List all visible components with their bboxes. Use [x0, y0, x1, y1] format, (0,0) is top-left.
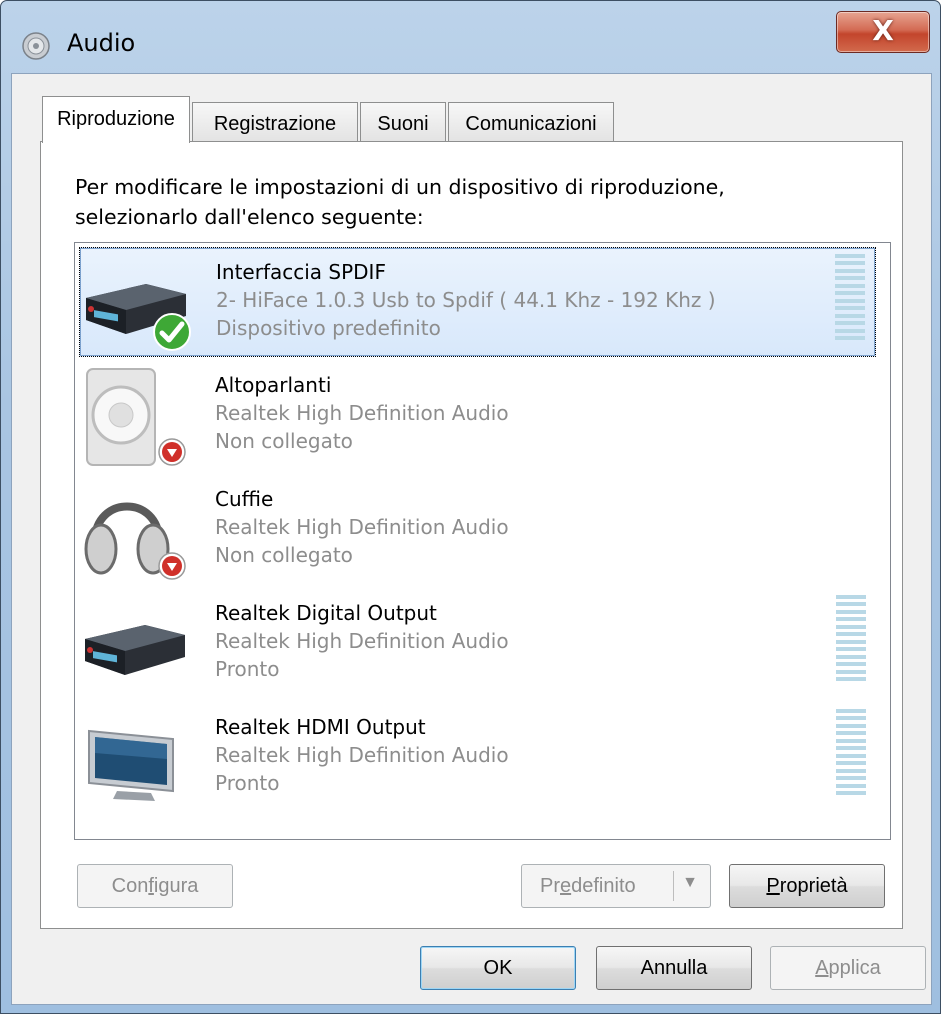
set-default-label-mnemonic: e	[560, 875, 572, 897]
playback-tab-panel: Per modificare le impostazioni di un dis…	[40, 141, 903, 929]
unplugged-icon	[158, 438, 186, 466]
device-description: 2- HiFace 1.0.3 Usb to Spdif ( 44.1 Khz …	[216, 288, 716, 312]
device-status: Pronto	[215, 657, 280, 681]
apply-label-mnemonic: A	[815, 957, 829, 979]
set-default-label-after: definito	[571, 875, 636, 897]
volume-level-meter	[836, 709, 866, 795]
title-bar[interactable]: Audio X	[1, 1, 940, 73]
configure-label-before: Con	[111, 875, 149, 897]
instruction-text: Per modificare le impostazioni di un dis…	[75, 172, 835, 232]
device-description: Realtek High Definition Audio	[215, 401, 509, 425]
monitor-icon	[88, 729, 174, 801]
device-description: Realtek High Definition Audio	[215, 629, 509, 653]
device-name: Realtek Digital Output	[215, 601, 437, 625]
chevron-down-icon[interactable]: ▼	[682, 874, 698, 892]
close-button[interactable]: X	[836, 11, 930, 53]
device-status: Pronto	[215, 771, 280, 795]
tab-comunicazioni[interactable]: Comunicazioni	[448, 102, 614, 142]
device-description: Realtek High Definition Audio	[215, 515, 509, 539]
speaker-app-icon	[22, 32, 50, 60]
device-item-realtek-digital-output[interactable]: Realtek Digital Output Realtek High Defi…	[79, 589, 876, 699]
device-name: Realtek HDMI Output	[215, 715, 426, 739]
split-separator	[673, 871, 674, 901]
configure-label-after: igura	[153, 875, 199, 897]
dialog-client-area: Riproduzione Registrazione Suoni Comunic…	[11, 73, 932, 1005]
properties-label-mnemonic: P	[766, 875, 780, 897]
close-icon: X	[872, 14, 894, 47]
tab-suoni[interactable]: Suoni	[360, 102, 446, 142]
tab-registrazione[interactable]: Registrazione	[192, 102, 358, 142]
playback-device-list[interactable]: Interfaccia SPDIF 2- HiFace 1.0.3 Usb to…	[74, 242, 891, 840]
set-default-split-button[interactable]: Predefinito ▼	[521, 864, 711, 908]
tab-riproduzione[interactable]: Riproduzione	[42, 96, 190, 143]
cancel-button[interactable]: Annulla	[596, 946, 752, 990]
set-default-label-before: Pr	[540, 875, 560, 897]
apply-button[interactable]: Applica	[770, 946, 926, 990]
device-item-altoparlanti[interactable]: Altoparlanti Realtek High Definition Aud…	[79, 361, 876, 471]
ok-button[interactable]: OK	[420, 946, 576, 990]
device-item-interfaccia-spdif[interactable]: Interfaccia SPDIF 2- HiFace 1.0.3 Usb to…	[79, 247, 876, 357]
device-description: Realtek High Definition Audio	[215, 743, 509, 767]
device-name: Interfaccia SPDIF	[216, 260, 386, 284]
properties-label-after: roprietà	[779, 875, 848, 897]
audio-dialog-window: Audio X Riproduzione Registrazione Suoni…	[0, 0, 941, 1014]
unplugged-icon	[158, 552, 186, 580]
properties-button[interactable]: Proprietà	[729, 864, 885, 908]
device-item-realtek-hdmi-output[interactable]: Realtek HDMI Output Realtek High Definit…	[79, 703, 876, 813]
instruction-line-2: selezionarlo dall'elenco seguente:	[75, 205, 424, 229]
device-name: Cuffie	[215, 487, 274, 511]
device-status: Dispositivo predefinito	[216, 316, 441, 340]
apply-label-after: pplica	[828, 957, 881, 979]
volume-level-meter	[835, 254, 865, 340]
device-status: Non collegato	[215, 543, 353, 567]
device-item-cuffie[interactable]: Cuffie Realtek High Definition Audio Non…	[79, 475, 876, 585]
device-name: Altoparlanti	[215, 373, 332, 397]
instruction-line-1: Per modificare le impostazioni di un dis…	[75, 175, 725, 199]
configure-button[interactable]: Configura	[77, 864, 233, 908]
device-status: Non collegato	[215, 429, 353, 453]
volume-level-meter	[836, 595, 866, 681]
default-check-icon	[153, 313, 191, 351]
digital-output-device-icon	[85, 625, 185, 675]
window-title: Audio	[67, 29, 136, 57]
